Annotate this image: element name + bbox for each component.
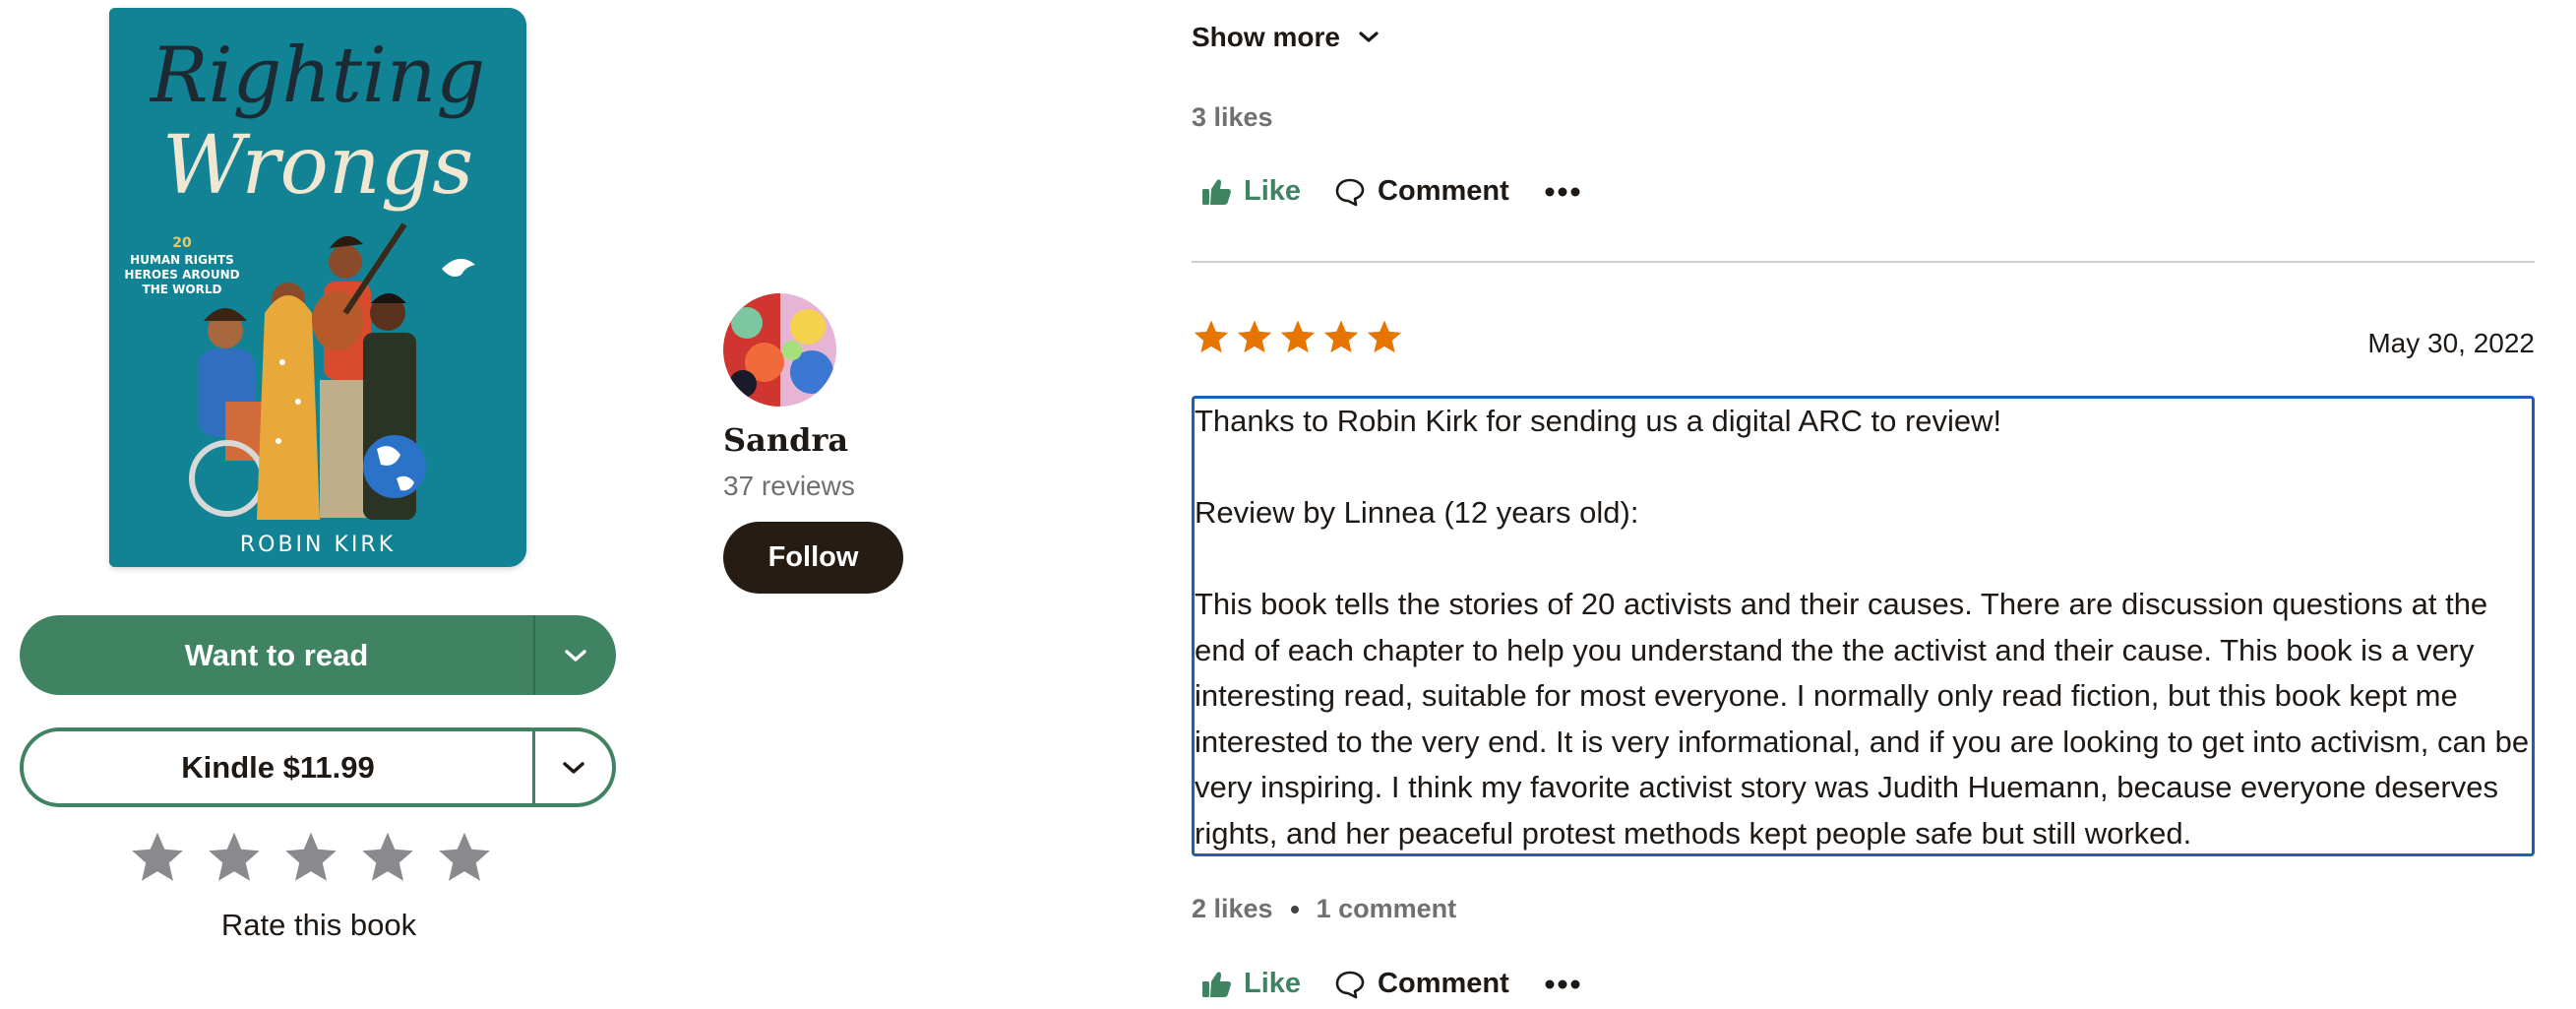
- shelf-dropdown-button[interactable]: [533, 615, 616, 695]
- review-stats: 2 likes 1 comment: [1192, 894, 1456, 924]
- review-text-container[interactable]: Thanks to Robin Kirk for sending us a di…: [1192, 396, 2535, 856]
- more-dots-icon: [1545, 979, 1580, 988]
- like-button[interactable]: Like: [1200, 968, 1301, 1000]
- book-cover-art: Righting Wrongs 20 HUMAN RIGHTS HEROES A…: [109, 8, 526, 567]
- more-options-button[interactable]: [1545, 978, 1580, 990]
- review-star-icon: [1280, 320, 1316, 353]
- buy-options-dropdown-button[interactable]: [532, 731, 612, 803]
- review-paragraph: Review by Linnea (12 years old):: [1195, 495, 1639, 530]
- cover-subtitle-line1: HUMAN RIGHTS: [130, 253, 234, 267]
- avatar-image: [723, 293, 836, 407]
- review-star-icon: [1194, 320, 1229, 353]
- review-date[interactable]: May 30, 2022: [2367, 328, 2535, 359]
- comment-label: Comment: [1378, 175, 1509, 207]
- comment-label: Comment: [1378, 968, 1509, 999]
- more-options-button[interactable]: [1545, 186, 1580, 198]
- cover-subtitle-number: 20: [172, 235, 192, 251]
- rate-book-stars: [128, 829, 494, 888]
- like-button[interactable]: Like: [1200, 175, 1301, 208]
- review-likes[interactable]: 2 likes: [1192, 894, 1273, 924]
- review-star-icon: [1323, 320, 1359, 353]
- cover-title-line2: Wrongs: [162, 119, 474, 213]
- review-paragraph: This book tells the stories of 20 activi…: [1195, 587, 2530, 851]
- review-divider: [1192, 261, 2535, 263]
- follow-button[interactable]: Follow: [723, 522, 903, 594]
- thumbs-up-icon: [1202, 971, 1231, 997]
- thumbs-up-icon: [1202, 178, 1231, 205]
- rate-star-icon[interactable]: [205, 829, 264, 888]
- kindle-button-group: Kindle $11.99: [20, 727, 616, 807]
- previous-review-likes[interactable]: 3 likes: [1192, 102, 1273, 133]
- more-dots-icon: [1545, 187, 1580, 196]
- comment-button[interactable]: Comment: [1334, 175, 1509, 208]
- review-actions: Like Comment: [1200, 968, 1580, 1000]
- chevron-down-icon: [1359, 32, 1379, 42]
- review-comments-link[interactable]: 1 comment: [1317, 894, 1457, 924]
- kindle-buy-button[interactable]: Kindle $11.99: [24, 731, 532, 803]
- cover-subtitle-line3: THE WORLD: [143, 283, 222, 296]
- reviewer-avatar[interactable]: [723, 293, 836, 407]
- rate-star-icon[interactable]: [281, 829, 340, 888]
- review-rating-stars: [1192, 318, 1404, 357]
- like-label: Like: [1244, 968, 1302, 999]
- review-star-icon: [1367, 320, 1402, 353]
- reviewer-review-count: 37 reviews: [723, 471, 855, 501]
- review-paragraph: Thanks to Robin Kirk for sending us a di…: [1195, 404, 2002, 438]
- show-more-label: Show more: [1192, 22, 1340, 52]
- chevron-down-icon: [563, 761, 584, 774]
- rate-star-icon[interactable]: [435, 829, 494, 888]
- chevron-down-icon: [565, 649, 586, 662]
- rate-star-icon[interactable]: [358, 829, 417, 888]
- show-more-button[interactable]: Show more: [1192, 22, 1380, 53]
- rate-this-book-label: Rate this book: [220, 908, 417, 942]
- cover-title-line1: Righting: [149, 32, 485, 120]
- comment-button[interactable]: Comment: [1334, 968, 1509, 1000]
- want-to-read-button[interactable]: Want to read: [20, 615, 533, 695]
- cover-author: ROBIN KIRK: [240, 533, 396, 557]
- reviewer-name[interactable]: Sandra: [723, 421, 848, 459]
- comment-bubble-icon: [1335, 178, 1365, 206]
- comment-bubble-icon: [1335, 971, 1365, 998]
- like-label: Like: [1244, 175, 1302, 207]
- cover-subtitle-line2: HEROES AROUND: [124, 268, 239, 282]
- rate-star-icon[interactable]: [128, 829, 187, 888]
- separator-dot: [1290, 905, 1299, 914]
- review-star-icon: [1237, 320, 1272, 353]
- previous-review-actions: Like Comment: [1200, 175, 1580, 208]
- want-to-read-button-group: Want to read: [20, 615, 616, 695]
- book-cover[interactable]: Righting Wrongs 20 HUMAN RIGHTS HEROES A…: [109, 8, 526, 567]
